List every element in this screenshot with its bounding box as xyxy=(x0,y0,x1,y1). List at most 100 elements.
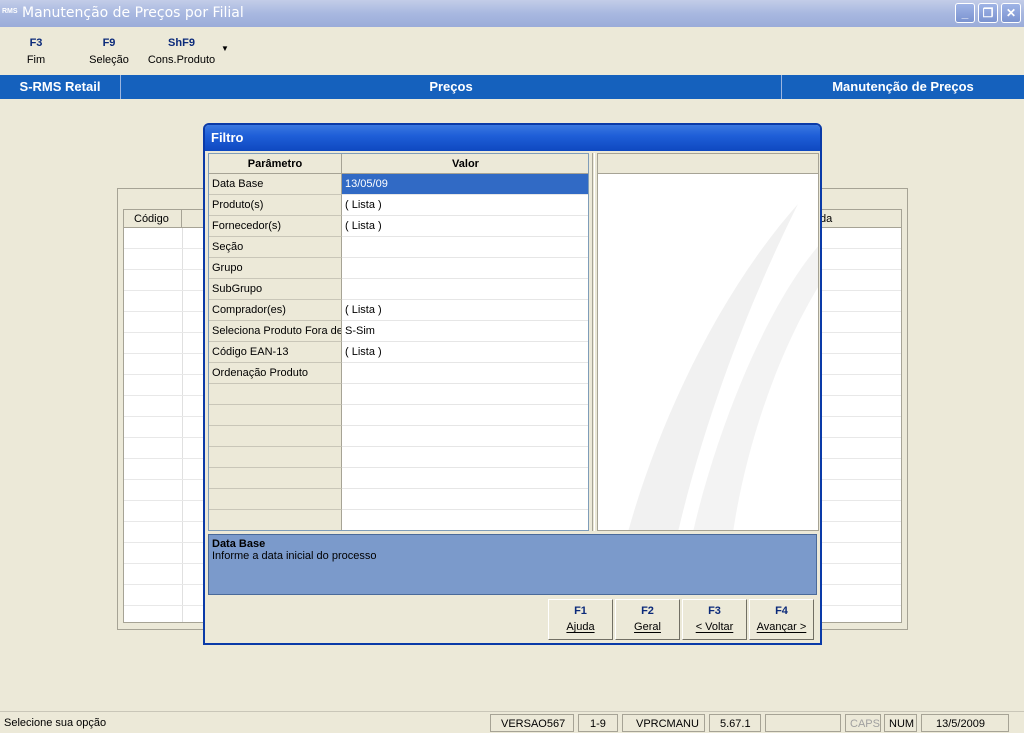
parameter-value[interactable] xyxy=(342,489,588,510)
parameter-value[interactable] xyxy=(342,279,588,300)
parameter-value[interactable] xyxy=(342,237,588,258)
restore-icon: ❐ xyxy=(982,6,994,20)
parameter-name: Fornecedor(s) xyxy=(209,216,342,237)
status-blank xyxy=(765,714,841,732)
band-module-name: Preços xyxy=(121,75,782,99)
parameter-value[interactable] xyxy=(342,405,588,426)
toolbar-label: Fim xyxy=(26,54,46,66)
status-range: 1-9 xyxy=(578,714,618,732)
parameter-name: Seleciona Produto Fora de xyxy=(209,321,342,342)
pane-splitter[interactable] xyxy=(592,153,595,531)
help-title: Data Base xyxy=(212,538,266,550)
window-titlebar: RMS Manutenção de Preços por Filial _ ❐ … xyxy=(0,0,1024,27)
parameter-grid[interactable]: Parâmetro Valor Data Base 13/05/09 Produto… xyxy=(208,153,589,531)
button-key: F2 xyxy=(641,605,654,617)
toolbar-cons-produto-button[interactable]: ShF9 Cons.Produto xyxy=(145,34,218,68)
toolbar-key: ShF9 xyxy=(168,37,195,49)
parameter-row[interactable] xyxy=(209,447,588,468)
preview-pane xyxy=(597,153,819,531)
parameter-row[interactable]: Fornecedor(s)( Lista ) xyxy=(209,216,588,237)
parameter-row[interactable]: Data Base 13/05/09 xyxy=(209,174,588,195)
restore-button[interactable]: ❐ xyxy=(978,3,998,23)
parameter-value[interactable] xyxy=(342,363,588,384)
parameter-name xyxy=(209,489,342,510)
column-header-parametro: Parâmetro xyxy=(209,154,342,174)
band-screen-name: Manutenção de Preços xyxy=(832,79,974,94)
close-button[interactable]: ✕ xyxy=(1001,3,1021,23)
status-caps: CAPS xyxy=(845,714,881,732)
parameter-row[interactable]: SubGrupo xyxy=(209,279,588,300)
ajuda-button[interactable]: F1 Ajuda xyxy=(548,599,613,640)
button-label: Avançar > xyxy=(756,621,807,633)
toolbar-selecao-button[interactable]: F9 Seleção xyxy=(86,34,132,68)
parameter-name: Grupo xyxy=(209,258,342,279)
parameter-name xyxy=(209,510,342,530)
status-num: NUM xyxy=(884,714,917,732)
parameter-name xyxy=(209,447,342,468)
parameter-value[interactable]: ( Lista ) xyxy=(342,342,588,363)
toolbar-key: F9 xyxy=(102,37,116,49)
minimize-button[interactable]: _ xyxy=(955,3,975,23)
status-bar: Selecione sua opção VERSAO567 1-9 VPRCMA… xyxy=(0,711,1024,733)
toolbar-key: F3 xyxy=(29,37,43,49)
column-header-valor: Valor xyxy=(342,154,588,174)
toolbar-label: Seleção xyxy=(89,54,129,66)
button-key: F3 xyxy=(708,605,721,617)
button-key: F4 xyxy=(775,605,788,617)
parameter-value[interactable]: ( Lista ) xyxy=(342,300,588,321)
parameter-name: Código EAN-13 xyxy=(209,342,342,363)
toolbar-fim-button[interactable]: F3 Fim xyxy=(18,34,54,68)
avancar-button[interactable]: F4 Avançar > xyxy=(749,599,814,640)
parameter-value[interactable]: ( Lista ) xyxy=(342,195,588,216)
parameter-row[interactable]: Comprador(es)( Lista ) xyxy=(209,300,588,321)
parameter-name: Ordenação Produto xyxy=(209,363,342,384)
dialog-titlebar[interactable]: Filtro xyxy=(205,125,820,151)
parameter-row[interactable]: Seção xyxy=(209,237,588,258)
toolbar-more-dropdown-icon[interactable]: ▼ xyxy=(221,44,229,53)
parameter-name xyxy=(209,405,342,426)
status-date: 13/5/2009 xyxy=(921,714,1009,732)
parameter-row[interactable] xyxy=(209,405,588,426)
parameter-value[interactable]: ( Lista ) xyxy=(342,216,588,237)
minimize-icon: _ xyxy=(961,6,969,20)
parameter-value[interactable] xyxy=(342,258,588,279)
parameter-row[interactable]: Grupo xyxy=(209,258,588,279)
close-icon: ✕ xyxy=(1005,6,1017,20)
filtro-dialog: Filtro Parâmetro Valor Data Base 13/05/09… xyxy=(203,123,822,645)
status-message: Selecione sua opção xyxy=(4,717,107,729)
parameter-row[interactable]: Produto(s)( Lista ) xyxy=(209,195,588,216)
parameter-row[interactable]: Seleciona Produto Fora de S-Sim xyxy=(209,321,588,342)
dialog-title: Filtro xyxy=(211,130,244,145)
parameter-row[interactable] xyxy=(209,384,588,405)
parameter-name: SubGrupo xyxy=(209,279,342,300)
status-program: VPRCMANU xyxy=(622,714,705,732)
parameter-row[interactable] xyxy=(209,468,588,489)
parameter-row[interactable] xyxy=(209,489,588,510)
parameter-value[interactable] xyxy=(342,510,588,530)
geral-button[interactable]: F2 Geral xyxy=(615,599,680,640)
parameter-name xyxy=(209,384,342,405)
column-header-codigo[interactable]: Código xyxy=(124,210,182,228)
parameter-name: Seção xyxy=(209,237,342,258)
parameter-row[interactable]: Código EAN-13( Lista ) xyxy=(209,342,588,363)
parameter-row[interactable] xyxy=(209,426,588,447)
button-label: Geral xyxy=(634,621,661,633)
voltar-button[interactable]: F3 < Voltar xyxy=(682,599,747,640)
header-band: S-RMS Retail Preços Manutenção de Preços xyxy=(0,75,1024,99)
window-title: Manutenção de Preços por Filial xyxy=(22,5,244,21)
parameter-row[interactable] xyxy=(209,510,588,530)
parameter-name xyxy=(209,426,342,447)
parameter-value[interactable] xyxy=(342,384,588,405)
parameter-row[interactable]: Ordenação Produto xyxy=(209,363,588,384)
toolbar-label: Cons.Produto xyxy=(147,54,216,66)
status-version: VERSAO567 xyxy=(490,714,574,732)
parameter-value[interactable]: S-Sim xyxy=(342,321,588,342)
status-build: 5.67.1 xyxy=(709,714,761,732)
parameter-value[interactable] xyxy=(342,447,588,468)
button-label: Ajuda xyxy=(566,621,595,633)
band-system-name: S-RMS Retail xyxy=(0,75,121,99)
parameter-value[interactable] xyxy=(342,426,588,447)
button-label: < Voltar xyxy=(695,621,734,633)
parameter-value[interactable] xyxy=(342,468,588,489)
parameter-value[interactable]: 13/05/09 xyxy=(342,174,588,195)
